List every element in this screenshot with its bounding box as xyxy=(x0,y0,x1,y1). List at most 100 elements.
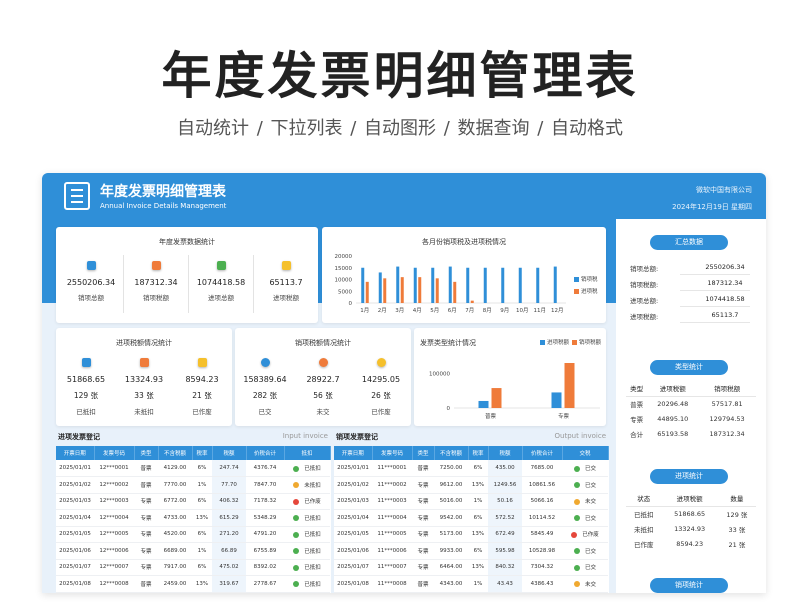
green-square-icon xyxy=(216,261,226,270)
y-tick-label: 5000 xyxy=(338,289,352,295)
summary-row: 进项税额: 65113.7 xyxy=(630,311,739,321)
table-cell: 9612.00 xyxy=(434,476,468,494)
stat-not-deducted: 13324.93 33 张 未抵扣 xyxy=(114,358,174,416)
table-row[interactable]: 2025/01/06 12***0006 专票 6689.00 1% 66.89 6755.… xyxy=(56,542,330,560)
stat-count: 282 张 xyxy=(252,391,278,400)
table-cell: 未交 xyxy=(562,493,608,510)
table-cell: 1249.56 xyxy=(488,476,522,494)
column-header[interactable]: 不含税额 xyxy=(158,446,193,460)
table-cell: 12***0002 xyxy=(94,476,134,494)
column-header[interactable]: 价税合计 xyxy=(522,446,563,460)
table-row[interactable]: 2025/01/05 12***0005 专票 4520.00 6% 271.20 4791… xyxy=(56,526,330,543)
bar-input-tax xyxy=(400,277,404,303)
table-row[interactable]: 2025/01/07 11***0007 专票 6464.00 13% 840.32 730… xyxy=(334,559,608,576)
table-cell: 6464.00 xyxy=(434,559,468,576)
column-header[interactable]: 发票号码 xyxy=(94,446,135,460)
table-row[interactable]: 2025/01/07 12***0007 专票 7917.00 6% 475.02 8392… xyxy=(56,559,330,576)
legend-input-tax: 进项税 xyxy=(574,287,598,295)
column-header[interactable]: 税额 xyxy=(212,446,247,460)
status-dot-icon xyxy=(293,515,300,522)
table-cell: 普票 xyxy=(134,575,158,593)
column-header[interactable]: 交税 xyxy=(562,446,609,460)
column-header[interactable]: 不含税额 xyxy=(434,446,469,460)
table-cell: 840.32 xyxy=(488,559,522,576)
output-table-title-en: Output invoice xyxy=(554,432,606,440)
table-row[interactable]: 2025/01/03 12***0003 专票 6772.00 6% 406.32 7178… xyxy=(56,493,330,510)
column-header[interactable]: 价税合计 xyxy=(246,446,285,460)
bar-input-tax xyxy=(418,277,422,303)
table-row[interactable]: 2025/01/08 12***0008 普票 2459.00 13% 319.67 277… xyxy=(56,575,330,593)
table-cell: 6% xyxy=(192,559,212,576)
table-cell: 专票 xyxy=(412,526,434,543)
input-table-title-en: Input invoice xyxy=(282,432,328,440)
table-cell: 专票 xyxy=(134,559,158,576)
invoice-type-bar-chart: 100000 0 普票 专票 xyxy=(429,363,600,420)
column-header[interactable]: 税额 xyxy=(488,446,523,460)
table-cell: 66.89 xyxy=(212,542,246,560)
invoice-type-chart-card: 发票类型统计情况 进项税额 销项税额 100000 0 普票 专票 xyxy=(414,328,606,426)
table-cell: 10114.52 xyxy=(522,509,562,527)
x-tick-label: 11月 xyxy=(534,307,547,314)
stat-input-tax: 65113.7 进项税额 xyxy=(256,261,316,302)
table-row[interactable]: 2025/01/03 11***0003 专票 5016.00 1% 50.16 5066.… xyxy=(334,493,608,510)
bar-output-tax xyxy=(448,266,452,303)
table-row[interactable]: 2025/01/01 11***0001 普票 7250.00 6% 435.00 7685… xyxy=(334,460,608,477)
summary-panel: 汇总数据 销项总额: 2550206.34 销项税额: 187312.34 进项总额… xyxy=(616,219,766,593)
table-cell: 6% xyxy=(192,493,212,510)
table-cell: 12***0008 xyxy=(94,575,134,593)
x-tick-label: 7月 xyxy=(465,307,474,314)
document-checklist-icon xyxy=(64,182,90,210)
column-header[interactable]: 发票号码 xyxy=(372,446,413,460)
table-row[interactable]: 2025/01/04 11***0004 专票 9542.00 6% 572.52 1011… xyxy=(334,509,608,527)
status-dot-icon xyxy=(573,564,580,571)
input-table-title: 进项发票登记 xyxy=(58,433,100,441)
status-dot-icon xyxy=(293,531,300,538)
table-cell: 6% xyxy=(192,526,212,543)
table-cell: 11***0001 xyxy=(372,460,412,477)
table-cell: 已交 xyxy=(562,476,608,494)
table-cell: 已作废 xyxy=(284,493,330,510)
table-cell: 7847.70 xyxy=(246,476,284,494)
table-cell: 12***0004 xyxy=(94,509,134,527)
table-cell: 2025/01/02 xyxy=(334,476,372,494)
column-header[interactable]: 税率 xyxy=(192,446,213,460)
monthly-tax-chart-card: 各月份销项税及进项税情况 20000 15000 10000 5000 0 1月 2月 3月 4… xyxy=(322,227,606,323)
summary-pill[interactable]: 汇总数据 xyxy=(650,235,728,250)
status-dot-icon xyxy=(293,465,300,472)
annual-stats-title: 年度发票数据统计 xyxy=(159,238,215,246)
table-cell: 2025/01/07 xyxy=(56,559,94,576)
stat-input-total: 1074418.58 进项总额 xyxy=(191,261,251,302)
table-cell: 普票 xyxy=(412,460,434,477)
column-header[interactable]: 类型 xyxy=(412,446,435,460)
input-tally-pill[interactable]: 进项统计 xyxy=(650,469,728,484)
column-header[interactable]: 开票日期 xyxy=(56,446,95,460)
stat-deducted: 51868.65 129 张 已抵扣 xyxy=(56,358,116,416)
blue-square-icon xyxy=(81,358,91,367)
type-stats-pill[interactable]: 类型统计 xyxy=(650,360,728,375)
stat-label: 已交 xyxy=(258,408,272,416)
bar-output-tax xyxy=(536,267,540,303)
table-cell: 11***0005 xyxy=(372,526,412,543)
column-header[interactable]: 抵扣 xyxy=(284,446,331,460)
table-row[interactable]: 2025/01/06 11***0006 专票 9933.00 6% 595.98 1052… xyxy=(334,542,608,560)
table-cell: 672.49 xyxy=(488,526,522,543)
table-cell: 11***0006 xyxy=(372,542,412,560)
table-row[interactable]: 2025/01/04 12***0004 专票 4733.00 13% 615.29 534… xyxy=(56,509,330,527)
column-header[interactable]: 税率 xyxy=(468,446,489,460)
table-cell: 13% xyxy=(192,575,212,593)
spreadsheet-preview: 年度发票明细管理表 Annual Invoice Details Managem… xyxy=(42,173,766,593)
output-tally-pill[interactable]: 销项统计 xyxy=(650,578,728,593)
table-row[interactable]: 2025/01/05 11***0005 专票 5173.00 13% 672.49 584… xyxy=(334,526,608,543)
table-row[interactable]: 2025/01/02 11***0002 专票 9612.00 13% 1249.56 10… xyxy=(334,476,608,494)
table-row[interactable]: 2025/01/02 12***0002 普票 7770.00 1% 77.70 7847.… xyxy=(56,476,330,494)
yellow-circle-icon xyxy=(376,358,386,367)
column-header[interactable]: 类型 xyxy=(134,446,159,460)
bar-input-tax xyxy=(470,300,474,303)
table-row[interactable]: 2025/01/08 11***0008 普票 4343.00 1% 43.43 4386.… xyxy=(334,575,608,593)
table-row[interactable]: 2025/01/01 12***0001 普票 4129.00 6% 247.74 4376… xyxy=(56,460,330,477)
table-cell: 4520.00 xyxy=(158,526,192,543)
summary-row: 销项总额: 2550206.34 xyxy=(630,263,745,273)
stat-output-total: 2550206.34 销项总额 xyxy=(61,261,121,302)
table-cell: 572.52 xyxy=(488,509,522,527)
column-header[interactable]: 开票日期 xyxy=(334,446,373,460)
